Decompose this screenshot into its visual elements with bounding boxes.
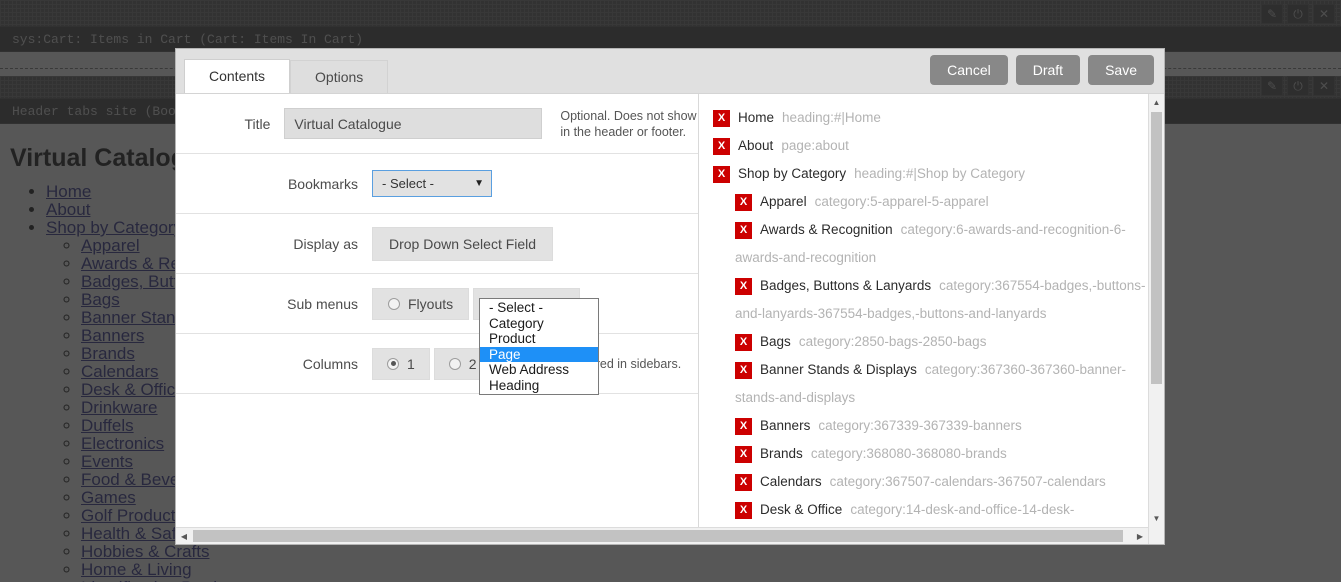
bookmarks-select-wrap: - Select - ▼	[372, 170, 492, 197]
bookmark-path: category:5-apparel-5-apparel	[814, 194, 989, 209]
row-sub-menus: Sub menus Flyouts Indented	[176, 274, 699, 334]
tab-options[interactable]: Options	[290, 60, 389, 94]
dropdown-option-heading[interactable]: Heading	[480, 378, 598, 394]
display-as-wrap: Drop Down Select Field	[372, 226, 554, 261]
bookmark-path: category:367339-367339-banners	[818, 418, 1022, 433]
radio-columns-1-label: 1	[407, 355, 415, 372]
list-item: X Desk & Office category:14-desk-and-offic…	[713, 496, 1148, 524]
bookmark-name: Shop by Category	[738, 166, 847, 181]
row-bookmarks: Bookmarks - Select - ▼	[176, 154, 699, 214]
remove-bookmark-icon[interactable]: X	[735, 277, 753, 295]
display-as-button[interactable]: Drop Down Select Field	[372, 226, 554, 261]
bookmark-path: category:367507-calendars-367507-calenda…	[829, 474, 1106, 489]
bookmark-name: About	[738, 138, 774, 153]
dropdown-option-select[interactable]: - Select -	[480, 300, 598, 316]
cancel-button[interactable]: Cancel	[930, 55, 1008, 85]
display-as-label: Display as	[293, 235, 358, 252]
bookmarks-list: X Home heading:#|Home X About page:about X Sh…	[699, 94, 1164, 544]
bookmark-name: Calendars	[760, 474, 822, 489]
list-item: X Bags category:2850-bags-2850-bags	[713, 328, 1148, 356]
title-field-wrap	[284, 108, 543, 139]
title-label: Title	[244, 115, 271, 132]
list-item: X Brands category:368080-368080-brands	[713, 440, 1148, 468]
bookmark-path: page:about	[781, 138, 849, 153]
tab-contents[interactable]: Contents	[184, 59, 291, 94]
remove-bookmark-icon[interactable]: X	[713, 109, 731, 127]
bookmark-name: Banner Stands & Displays	[760, 362, 917, 377]
dialog-body: Title Optional. Does not show in the hea…	[176, 93, 1164, 544]
bookmarks-dropdown-menu[interactable]: - Select - Category Product Page Web Add…	[479, 298, 599, 395]
bookmark-path: category:14-desk-and-office-14-desk-	[850, 502, 1075, 517]
horizontal-scrollbar-thumb[interactable]	[193, 530, 1123, 542]
bookmark-path: heading:#|Shop by Category	[854, 166, 1025, 181]
scroll-up-icon[interactable]: ▲	[1149, 94, 1164, 110]
scroll-right-icon[interactable]: ▶	[1132, 528, 1148, 544]
radio-flyouts[interactable]: Flyouts	[372, 287, 470, 320]
remove-bookmark-icon[interactable]: X	[735, 361, 753, 379]
columns-label: Columns	[302, 355, 358, 372]
list-item: X Calendars category:367507-calendars-3675…	[713, 468, 1148, 496]
row-columns: Columns 1 2 3 Ignored in sidebars	[176, 334, 699, 394]
list-item: X Shop by Category heading:#|Shop by Categ…	[713, 160, 1148, 188]
sub-menus-label: Sub menus	[287, 295, 358, 312]
bookmark-path: category:368080-368080-brands	[810, 446, 1007, 461]
bookmarks-select-value: - Select -	[382, 176, 435, 191]
remove-bookmark-icon[interactable]: X	[735, 221, 753, 239]
remove-bookmark-icon[interactable]: X	[735, 193, 753, 211]
bookmark-path: category:2850-bags-2850-bags	[798, 334, 987, 349]
bookmarks-label: Bookmarks	[287, 175, 358, 192]
vertical-scrollbar[interactable]: ▲ ▼	[1148, 94, 1164, 544]
bookmark-name: Apparel	[760, 194, 807, 209]
bookmark-path: heading:#|Home	[782, 110, 881, 125]
row-title: Title Optional. Does not show in the hea…	[176, 94, 699, 154]
remove-bookmark-icon[interactable]: X	[735, 501, 753, 519]
bookmark-name: Badges, Buttons & Lanyards	[760, 278, 932, 293]
radio-columns-2-label: 2	[468, 355, 477, 372]
title-input[interactable]	[284, 108, 543, 139]
radio-columns-1[interactable]: 1	[372, 347, 430, 380]
radio-dot-icon	[387, 357, 399, 370]
list-item: X Apparel category:5-apparel-5-apparel	[713, 188, 1148, 216]
horizontal-scrollbar[interactable]: ◀ ▶	[176, 527, 1148, 544]
radio-dot-icon	[448, 357, 461, 370]
bookmark-name: Home	[738, 110, 775, 125]
settings-form: Title Optional. Does not show in the hea…	[176, 94, 700, 544]
dropdown-option-web-address[interactable]: Web Address	[480, 362, 598, 378]
list-item: X Banner Stands & Displays category:367360…	[713, 356, 1148, 412]
list-item: X About page:about	[713, 132, 1148, 160]
list-item: X Banners category:367339-367339-banners	[713, 412, 1148, 440]
bookmark-editor-dialog: Contents Options Cancel Draft Save Title…	[175, 48, 1165, 545]
bookmark-name: Desk & Office	[760, 502, 843, 517]
radio-flyouts-label: Flyouts	[408, 295, 454, 312]
list-item: X Awards & Recognition category:6-awards-a…	[713, 216, 1148, 272]
dialog-actions: Cancel Draft Save	[930, 55, 1154, 85]
chevron-down-icon: ▼	[474, 178, 484, 189]
remove-bookmark-icon[interactable]: X	[713, 137, 731, 155]
remove-bookmark-icon[interactable]: X	[713, 165, 731, 183]
remove-bookmark-icon[interactable]: X	[735, 473, 753, 491]
list-item: X Home heading:#|Home	[713, 104, 1148, 132]
remove-bookmark-icon[interactable]: X	[735, 445, 753, 463]
radio-dot-icon	[388, 297, 400, 310]
dropdown-option-category[interactable]: Category	[480, 316, 598, 332]
title-help-text: Optional. Does not show in the header or…	[560, 108, 697, 139]
bookmark-name: Awards & Recognition	[760, 222, 893, 237]
bookmark-name: Brands	[760, 446, 803, 461]
bookmark-name: Banners	[760, 418, 811, 433]
save-button[interactable]: Save	[1088, 55, 1154, 85]
draft-button[interactable]: Draft	[1015, 55, 1081, 85]
row-display-as: Display as Drop Down Select Field	[176, 214, 699, 274]
scroll-left-icon[interactable]: ◀	[176, 528, 192, 544]
dialog-header: Contents Options Cancel Draft Save	[176, 49, 1164, 94]
dropdown-option-product[interactable]: Product	[480, 331, 598, 347]
list-item: X Badges, Buttons & Lanyards category:3675…	[713, 272, 1148, 328]
bookmarks-select[interactable]: - Select - ▼	[372, 170, 492, 197]
bookmark-name: Bags	[760, 334, 791, 349]
dropdown-option-page[interactable]: Page	[480, 346, 598, 362]
scroll-down-icon[interactable]: ▼	[1149, 510, 1164, 526]
dialog-tabs: Contents Options	[176, 49, 389, 94]
vertical-scrollbar-thumb[interactable]	[1151, 112, 1162, 384]
remove-bookmark-icon[interactable]: X	[735, 333, 753, 351]
remove-bookmark-icon[interactable]: X	[735, 417, 753, 435]
